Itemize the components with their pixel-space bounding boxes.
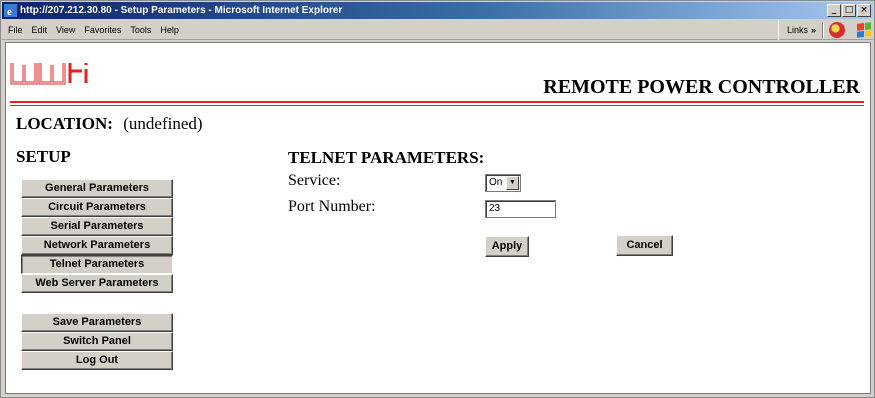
dropdown-arrow-icon[interactable]: ▼ xyxy=(506,176,519,190)
menu-tools[interactable]: Tools xyxy=(130,20,151,40)
nav-network-parameters[interactable]: Network Parameters xyxy=(21,236,173,255)
log-out-button[interactable]: Log Out xyxy=(21,351,173,370)
location-line: LOCATION: (undefined) xyxy=(16,114,203,134)
nav-telnet-parameters[interactable]: Telnet Parameters xyxy=(21,255,173,274)
service-select-value: On xyxy=(489,177,503,188)
maximize-button[interactable]: □ xyxy=(842,4,856,17)
service-select[interactable]: On ▼ xyxy=(485,174,521,192)
menu-items: File Edit View Favorites Tools Help xyxy=(8,20,179,40)
location-label: LOCATION: xyxy=(16,114,113,133)
links-chevron-icon[interactable]: » xyxy=(811,20,816,40)
setup-nav-secondary: Save Parameters Switch Panel Log Out xyxy=(21,313,173,370)
menu-edit[interactable]: Edit xyxy=(32,20,48,40)
internet-explorer-icon: e xyxy=(4,4,17,17)
product-title: REMOTE POWER CONTROLLER xyxy=(543,76,860,98)
window-controls: _ □ × xyxy=(827,4,871,17)
port-number-input[interactable]: 23 xyxy=(485,200,556,218)
setup-heading: SETUP xyxy=(16,147,71,166)
service-label: Service: xyxy=(288,172,341,189)
apply-button[interactable]: Apply xyxy=(485,236,529,257)
header-rule xyxy=(10,101,864,103)
menu-help[interactable]: Help xyxy=(160,20,179,40)
toolbar-divider xyxy=(822,22,825,38)
menu-file[interactable]: File xyxy=(8,20,23,40)
wti-logo xyxy=(10,63,88,85)
switch-panel-button[interactable]: Switch Panel xyxy=(21,332,173,351)
setup-nav-primary: General Parameters Circuit Parameters Se… xyxy=(21,179,173,293)
location-value: (undefined) xyxy=(123,114,203,133)
nav-web-server-parameters[interactable]: Web Server Parameters xyxy=(21,274,173,293)
port-number-label: Port Number: xyxy=(288,198,376,215)
header-rule-thin xyxy=(10,105,864,106)
save-parameters-button[interactable]: Save Parameters xyxy=(21,313,173,332)
menu-view[interactable]: View xyxy=(56,20,75,40)
windows-logo-icon xyxy=(857,22,872,38)
norton-antivirus-icon[interactable] xyxy=(829,22,846,38)
nav-serial-parameters[interactable]: Serial Parameters xyxy=(21,217,173,236)
nav-circuit-parameters[interactable]: Circuit Parameters xyxy=(21,198,173,217)
minimize-button[interactable]: _ xyxy=(827,4,841,17)
svg-text:e: e xyxy=(7,6,12,17)
nav-general-parameters[interactable]: General Parameters xyxy=(21,179,173,198)
page-content: REMOTE POWER CONTROLLER LOCATION: (undef… xyxy=(5,42,871,394)
browser-window: e http://207.212.30.80 - Setup Parameter… xyxy=(0,0,875,398)
links-toolbar: Links » xyxy=(778,20,873,40)
cancel-button[interactable]: Cancel xyxy=(616,235,673,256)
close-button[interactable]: × xyxy=(857,4,871,17)
title-bar: e http://207.212.30.80 - Setup Parameter… xyxy=(2,2,873,19)
window-title: http://207.212.30.80 - Setup Parameters … xyxy=(20,5,343,16)
menu-bar: File Edit View Favorites Tools Help Link… xyxy=(2,20,873,40)
telnet-parameters-heading: TELNET PARAMETERS: xyxy=(288,148,485,167)
links-button[interactable]: Links xyxy=(787,20,808,40)
menu-favorites[interactable]: Favorites xyxy=(84,20,121,40)
